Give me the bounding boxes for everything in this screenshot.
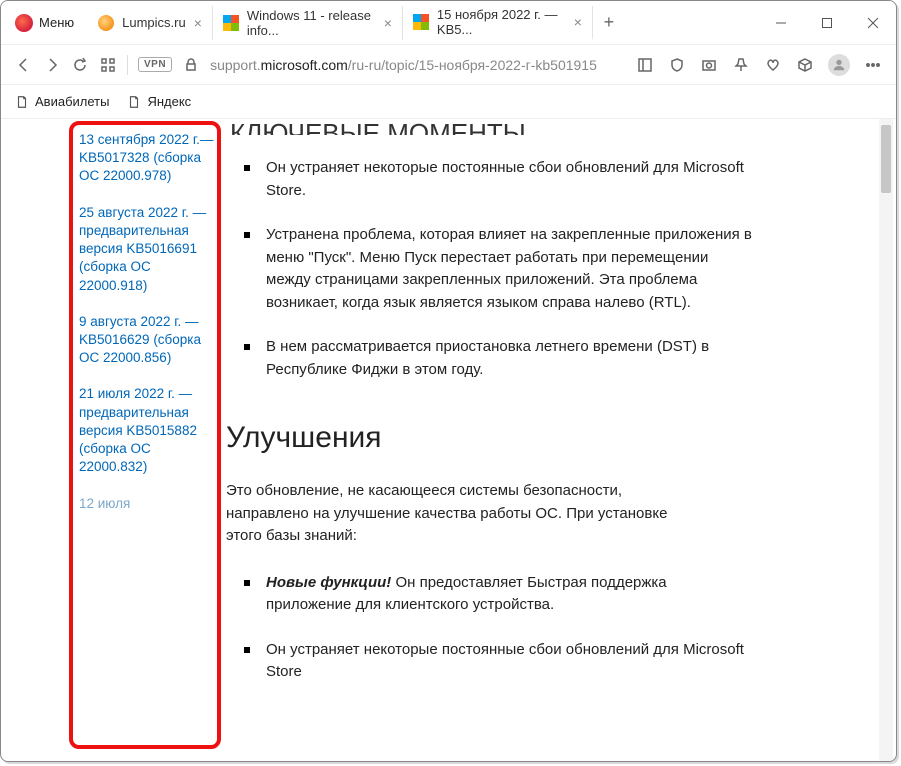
- pin-icon[interactable]: [732, 56, 750, 74]
- bookmarks-bar: Авиабилеты Яндекс: [1, 85, 896, 119]
- bookmark-aviabilety[interactable]: Авиабилеты: [15, 94, 109, 109]
- section-heading: Улучшения: [226, 415, 876, 460]
- scroll-thumb[interactable]: [881, 125, 891, 193]
- maximize-button[interactable]: [804, 1, 850, 45]
- heart-icon[interactable]: [764, 56, 782, 74]
- list-item: Устранена проблема, которая влияет на за…: [266, 224, 876, 314]
- reload-button[interactable]: [71, 56, 89, 74]
- page-icon: [15, 95, 29, 109]
- cube-icon[interactable]: [796, 56, 814, 74]
- tab-title: Windows 11 - release info...: [247, 8, 376, 38]
- close-icon[interactable]: ×: [194, 15, 202, 31]
- tab-kb-article[interactable]: 15 ноября 2022 г. — KB5... ×: [403, 6, 593, 40]
- url-path: /ru-ru/topic/15-ноября-2022-г-kb501915: [348, 57, 597, 73]
- sidebar-item[interactable]: 13 сентября 2022 г.— KB5017328 (сборка О…: [79, 131, 220, 186]
- list-item: В нем рассматривается приостановка летне…: [266, 336, 876, 381]
- url-field[interactable]: support.microsoft.com/ru-ru/topic/15-ноя…: [210, 57, 626, 73]
- window-controls: [758, 1, 896, 45]
- profile-avatar[interactable]: [828, 54, 850, 76]
- forward-button[interactable]: [43, 56, 61, 74]
- titlebar: Меню Lumpics.ru × Windows 11 - release i…: [1, 1, 896, 45]
- lock-icon[interactable]: [182, 56, 200, 74]
- close-icon[interactable]: ×: [574, 14, 582, 30]
- camera-icon[interactable]: [700, 56, 718, 74]
- improvements-list: Новые функции! Он предоставляет Быстрая …: [230, 572, 876, 684]
- highlights-list: Он устраняет некоторые постоянные сбои о…: [230, 157, 876, 381]
- vpn-badge[interactable]: VPN: [138, 57, 172, 72]
- list-item: Он устраняет некоторые постоянные сбои о…: [266, 639, 876, 684]
- tab-windows-release[interactable]: Windows 11 - release info... ×: [213, 6, 403, 40]
- new-tab-button[interactable]: +: [593, 12, 625, 33]
- sidebar-item[interactable]: 12 июля: [79, 495, 220, 513]
- bookmark-yandex[interactable]: Яндекс: [127, 94, 191, 109]
- url-prefix: support.: [210, 57, 261, 73]
- opera-menu-button[interactable]: Меню: [1, 1, 88, 44]
- menu-label: Меню: [39, 15, 74, 30]
- sidebar-item[interactable]: 21 июля 2022 г. — предварительная версия…: [79, 385, 220, 476]
- tab-lumpics[interactable]: Lumpics.ru ×: [88, 6, 213, 40]
- toolbar-right: [636, 54, 882, 76]
- bookmark-label: Авиабилеты: [35, 94, 109, 109]
- bookmark-label: Яндекс: [147, 94, 191, 109]
- shield-icon[interactable]: [668, 56, 686, 74]
- close-window-button[interactable]: [850, 1, 896, 45]
- back-button[interactable]: [15, 56, 33, 74]
- article-main: КЛЮЧЕВЫЕ МОМЕНТЫ Он устраняет некоторые …: [220, 119, 896, 761]
- tab-title: 15 ноября 2022 г. — KB5...: [437, 7, 566, 37]
- list-item: Новые функции! Он предоставляет Быстрая …: [266, 572, 876, 617]
- tab-strip: Lumpics.ru × Windows 11 - release info..…: [88, 1, 758, 44]
- page-icon: [127, 95, 141, 109]
- tab-title: Lumpics.ru: [122, 15, 186, 30]
- section-intro: Это обновление, не касающееся системы бе…: [226, 480, 876, 548]
- more-icon[interactable]: [864, 56, 882, 74]
- favicon-lumpics-icon: [98, 15, 114, 31]
- address-bar: VPN support.microsoft.com/ru-ru/topic/15…: [1, 45, 896, 85]
- speed-dial-button[interactable]: [99, 56, 117, 74]
- browser-window: Меню Lumpics.ru × Windows 11 - release i…: [0, 0, 897, 762]
- opera-icon: [15, 14, 33, 32]
- bold-label: Новые функции!: [266, 574, 391, 591]
- sidebar-item[interactable]: 25 августа 2022 г. — предварительная вер…: [79, 204, 220, 295]
- favicon-windows-icon: [413, 14, 429, 30]
- vertical-scrollbar[interactable]: [879, 119, 893, 761]
- url-host: microsoft.com: [261, 57, 348, 73]
- minimize-button[interactable]: [758, 1, 804, 45]
- sidebar-item[interactable]: 9 августа 2022 г. — KB5016629 (сборка ОС…: [79, 313, 220, 368]
- close-icon[interactable]: ×: [384, 15, 392, 31]
- section-heading-cut: КЛЮЧЕВЫЕ МОМЕНТЫ: [230, 119, 876, 135]
- sidebar-icon[interactable]: [636, 56, 654, 74]
- page-content: 13 сентября 2022 г.— KB5017328 (сборка О…: [1, 119, 896, 761]
- article-nav-sidebar: 13 сентября 2022 г.— KB5017328 (сборка О…: [65, 119, 220, 761]
- list-item: Он устраняет некоторые постоянные сбои о…: [266, 157, 876, 202]
- favicon-windows-icon: [223, 15, 239, 31]
